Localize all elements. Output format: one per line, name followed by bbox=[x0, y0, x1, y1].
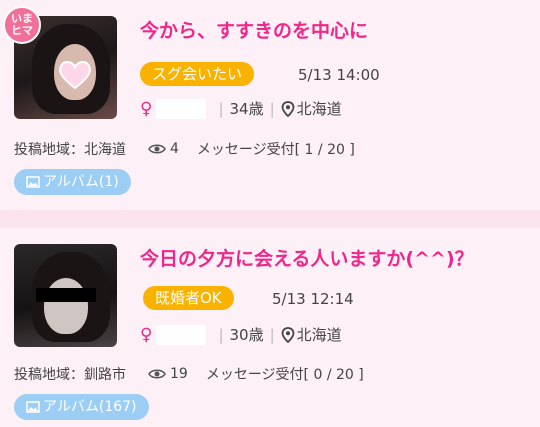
reply-status: メッセージ受付[ 0 / 20 ] bbox=[205, 367, 364, 383]
post-stats: 投稿地域：北海道 4 メッセージ受付[ 1 / 20 ] bbox=[14, 139, 355, 159]
eye-icon bbox=[148, 144, 166, 154]
divider: | bbox=[269, 325, 275, 344]
location-pin-icon bbox=[281, 326, 295, 343]
view-count: 19 bbox=[170, 366, 188, 382]
divider: | bbox=[218, 99, 224, 118]
nickname-hidden bbox=[156, 324, 207, 345]
image-icon bbox=[26, 401, 40, 413]
tag-badge: スグ会いたい bbox=[140, 62, 255, 86]
reply-status: メッセージ受付[ 1 / 20 ] bbox=[196, 142, 355, 158]
album-button[interactable]: アルバム(167) bbox=[14, 394, 149, 420]
post-datetime: 5/13 12:14 bbox=[272, 290, 354, 308]
profile-photo[interactable] bbox=[14, 244, 117, 347]
ima-hima-badge: いま ヒマ bbox=[3, 6, 41, 44]
profile-meta: ♀ | 30歳 | 北海道 bbox=[140, 324, 342, 345]
album-label: アルバム(167) bbox=[43, 399, 137, 415]
post-area-text: 投稿地域：北海道 bbox=[14, 142, 126, 158]
album-button[interactable]: アルバム(1) bbox=[14, 169, 131, 195]
female-icon: ♀ bbox=[140, 324, 153, 345]
view-count: 4 bbox=[170, 141, 179, 157]
post-card[interactable]: 今日の夕方に会える人いますか(^^)？ 既婚者OK 5/13 12:14 ♀ |… bbox=[0, 228, 540, 427]
album-label: アルバム(1) bbox=[43, 174, 119, 190]
divider: | bbox=[218, 325, 224, 344]
female-icon: ♀ bbox=[140, 98, 153, 119]
location-text: 北海道 bbox=[296, 326, 342, 344]
profile-meta: ♀ | 34歳 | 北海道 bbox=[140, 98, 342, 119]
post-datetime: 5/13 14:00 bbox=[298, 66, 380, 84]
divider: | bbox=[269, 99, 275, 118]
photo-face bbox=[44, 278, 88, 334]
post-area-text: 投稿地域：釧路市 bbox=[14, 367, 126, 383]
post-title[interactable]: 今から、すすきのを中心に bbox=[140, 16, 368, 43]
ima-hima-line2: ヒマ bbox=[11, 24, 33, 37]
age-text: 34歳 bbox=[229, 100, 264, 118]
nickname-hidden bbox=[156, 98, 207, 119]
post-stats: 投稿地域：釧路市 19 メッセージ受付[ 0 / 20 ] bbox=[14, 364, 364, 384]
location-pin-icon bbox=[281, 100, 295, 117]
post-card[interactable]: いま ヒマ 今から、すすきのを中心に スグ会いたい 5/13 14:00 ♀ |… bbox=[0, 0, 540, 210]
heart-icon bbox=[59, 61, 91, 90]
tag-badge: 既婚者OK bbox=[143, 286, 234, 310]
card-gap bbox=[0, 210, 540, 228]
eye-censor-bar bbox=[36, 288, 96, 302]
age-text: 30歳 bbox=[229, 326, 264, 344]
post-title[interactable]: 今日の夕方に会える人いますか(^^)？ bbox=[140, 244, 474, 271]
location-text: 北海道 bbox=[296, 100, 342, 118]
eye-icon bbox=[148, 369, 166, 379]
image-icon bbox=[26, 176, 40, 188]
